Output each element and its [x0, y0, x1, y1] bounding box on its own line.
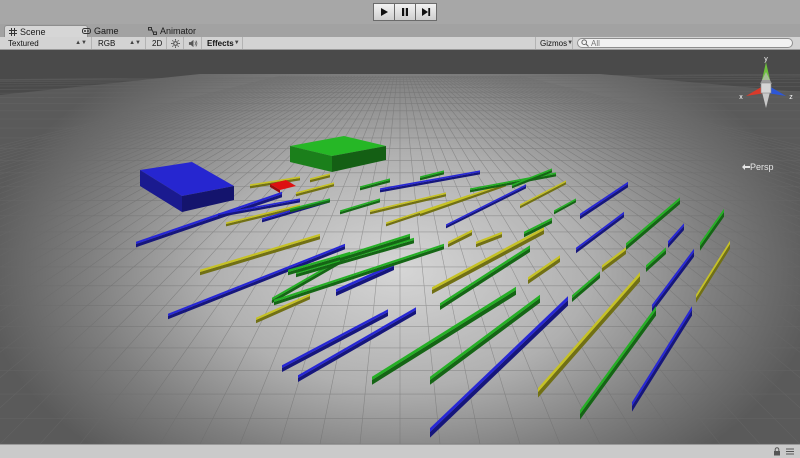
gizmo-y-label: y [764, 56, 768, 63]
draw-mode-value: Textured [8, 38, 39, 48]
effects-label: Effects [207, 38, 234, 48]
pause-button[interactable] [394, 3, 416, 21]
audio-toggle[interactable] [185, 37, 202, 49]
playback-controls [373, 3, 437, 21]
dropdown-arrow-icon: ▼ [233, 40, 240, 46]
gizmo-down-cone [762, 92, 770, 108]
2d-toggle[interactable]: 2D [148, 37, 167, 49]
pause-icon [402, 8, 408, 16]
scene-toolbar: Textured ▲▼ RGB ▲▼ 2D Effects ▼ Gizmos ▼ [0, 37, 800, 50]
editor-tab-strip: Scene Game Animator [0, 24, 800, 37]
projection-label: Persp [750, 162, 774, 172]
animator-icon [148, 27, 157, 35]
orientation-gizmo[interactable]: y x z [736, 54, 796, 112]
menu-icon[interactable] [786, 448, 794, 455]
sun-icon [171, 38, 180, 48]
gizmo-center [760, 82, 772, 94]
scene-grid-icon [9, 27, 17, 36]
play-button[interactable] [373, 3, 395, 21]
game-icon [82, 28, 91, 34]
scene-lighting-toggle[interactable] [168, 37, 184, 49]
gizmo-z-label: z [789, 94, 793, 101]
tab-game[interactable]: Game [78, 25, 123, 37]
gizmo-back-cone [760, 72, 772, 84]
dropdown-arrow-icon: ▼ [567, 40, 574, 46]
projection-toggle[interactable]: Persp [742, 162, 774, 172]
tab-animator[interactable]: Animator [144, 25, 200, 37]
speaker-icon [188, 39, 198, 47]
play-toolbar [0, 0, 800, 25]
search-icon [581, 39, 589, 47]
tab-label: Animator [160, 26, 197, 36]
render-mode-value: RGB [98, 38, 116, 48]
step-button[interactable] [415, 3, 437, 21]
tab-label: Game [94, 26, 119, 36]
scene-viewport[interactable]: y x z Persp [0, 50, 800, 444]
search-input[interactable] [589, 39, 781, 47]
step-icon [422, 8, 431, 16]
lock-icon[interactable] [773, 447, 781, 456]
dropdown-arrow-icon: ▲▼ [75, 40, 87, 46]
play-icon [381, 8, 388, 16]
dropdown-arrow-icon: ▲▼ [129, 40, 141, 46]
render-mode-dropdown[interactable]: RGB ▲▼ [94, 37, 146, 49]
gizmos-label: Gizmos [540, 38, 568, 48]
draw-mode-dropdown[interactable]: Textured ▲▼ [4, 37, 92, 49]
hierarchy-search [577, 38, 793, 48]
gizmos-dropdown[interactable]: Gizmos ▼ [535, 37, 573, 49]
tab-label: Scene [20, 26, 46, 37]
tab-scene[interactable]: Scene [4, 25, 88, 37]
status-bar [0, 444, 800, 458]
gizmo-x-label: x [739, 94, 743, 101]
effects-dropdown[interactable]: Effects ▼ [203, 37, 243, 49]
2d-label: 2D [152, 38, 163, 48]
scene-canvas [0, 50, 800, 444]
perspective-arrow-icon [742, 164, 750, 170]
